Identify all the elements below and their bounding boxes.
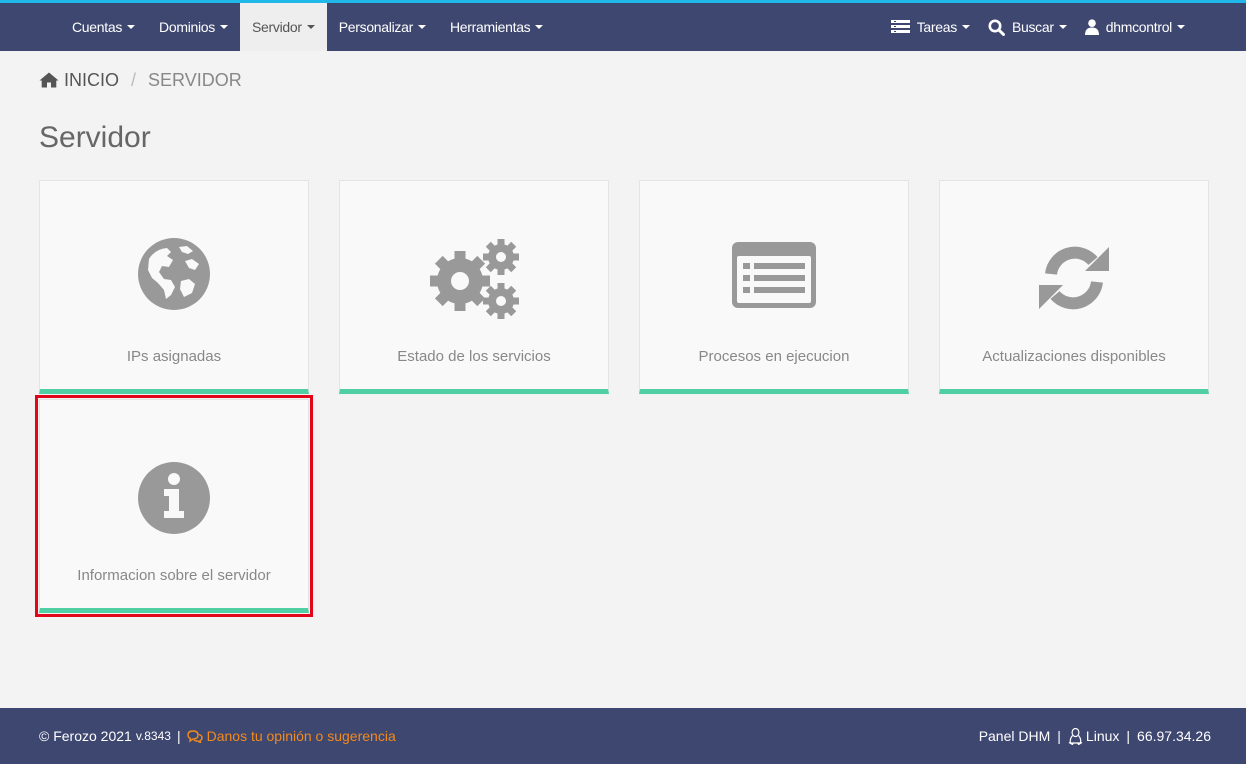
user-icon [1084, 19, 1099, 35]
caret-down-icon [127, 25, 136, 29]
footer-separator: | [176, 728, 181, 744]
tile-label: Procesos en ejecucion [698, 348, 850, 365]
search-icon [988, 19, 1005, 36]
nav-personalizar-label: Personalizar [338, 19, 414, 35]
nav-cuentas-label: Cuentas [72, 19, 123, 35]
footer-right: Panel DHM | Linux | 66.97.34.26 [979, 708, 1211, 764]
footer-os: Linux [1068, 727, 1120, 745]
top-navbar: Cuentas Dominios Servidor Personalizar H… [0, 3, 1246, 51]
refresh-icon [940, 241, 1208, 315]
nav-buscar[interactable]: Buscar [979, 3, 1076, 51]
main-menu: Cuentas Dominios Servidor Personalizar H… [60, 3, 555, 51]
nav-dominios-label: Dominios [159, 19, 215, 35]
nav-user-label: dhmcontrol [1105, 19, 1173, 35]
footer-left: © Ferozo 2021 v.8343 | Danos tu opinión … [39, 708, 396, 764]
nav-tareas-label: Tareas [916, 19, 958, 35]
breadcrumb: INICIO / SERVIDOR [39, 68, 242, 92]
caret-down-icon [961, 25, 970, 29]
globe-icon [40, 237, 308, 311]
nav-herramientas[interactable]: Herramientas [438, 3, 555, 51]
footer-ip: 66.97.34.26 [1137, 728, 1211, 744]
nav-personalizar[interactable]: Personalizar [327, 3, 438, 51]
comments-icon [186, 729, 203, 743]
tile-label: IPs asignadas [126, 348, 222, 365]
tile-procesos-ejecucion[interactable]: Procesos en ejecucion [639, 180, 909, 394]
tasks-icon [890, 20, 910, 34]
caret-down-icon [535, 25, 544, 29]
home-icon[interactable] [39, 72, 59, 88]
nav-dominios[interactable]: Dominios [147, 3, 240, 51]
footer: © Ferozo 2021 v.8343 | Danos tu opinión … [0, 708, 1246, 764]
footer-copyright: © Ferozo 2021 [39, 728, 132, 744]
tile-actualizaciones[interactable]: Actualizaciones disponibles [939, 180, 1209, 394]
caret-down-icon [306, 25, 315, 29]
tile-label: Actualizaciones disponibles [982, 348, 1166, 365]
tile-label: Informacion sobre el servidor [77, 567, 271, 584]
footer-separator: | [1057, 728, 1061, 744]
nav-cuentas[interactable]: Cuentas [60, 3, 147, 51]
list-window-icon [640, 242, 908, 308]
breadcrumb-current: SERVIDOR [148, 69, 242, 90]
footer-panel: Panel DHM [978, 728, 1051, 744]
feedback-link[interactable]: Danos tu opinión o sugerencia [186, 728, 396, 744]
nav-servidor-label: Servidor [252, 19, 302, 35]
caret-down-icon [1177, 25, 1185, 29]
gears-icon [340, 237, 608, 321]
nav-buscar-label: Buscar [1011, 19, 1054, 35]
nav-servidor[interactable]: Servidor [240, 3, 327, 51]
user-menu: Tareas Buscar dhmcontrol [882, 3, 1194, 51]
tile-label: Estado de los servicios [397, 348, 551, 365]
nav-tareas[interactable]: Tareas [882, 3, 979, 51]
info-icon [40, 461, 308, 535]
nav-herramientas-label: Herramientas [449, 19, 531, 35]
nav-user[interactable]: dhmcontrol [1076, 3, 1194, 51]
breadcrumb-separator: / [131, 69, 137, 90]
tile-informacion-servidor[interactable]: Informacion sobre el servidor [35, 395, 313, 617]
feedback-link-label: Danos tu opinión o sugerencia [206, 728, 396, 744]
page-title: Servidor [39, 121, 151, 154]
footer-separator: | [1126, 728, 1131, 744]
caret-down-icon [220, 25, 228, 29]
tile-estado-servicios[interactable]: Estado de los servicios [339, 180, 609, 394]
caret-down-icon [1058, 25, 1067, 29]
breadcrumb-home-link[interactable]: INICIO [64, 70, 119, 91]
caret-down-icon [417, 25, 426, 29]
footer-version: v.8343 [135, 729, 171, 743]
footer-os-label: Linux [1085, 728, 1120, 744]
tile-ips-asignadas[interactable]: IPs asignadas [39, 180, 309, 394]
linux-icon [1068, 727, 1083, 745]
